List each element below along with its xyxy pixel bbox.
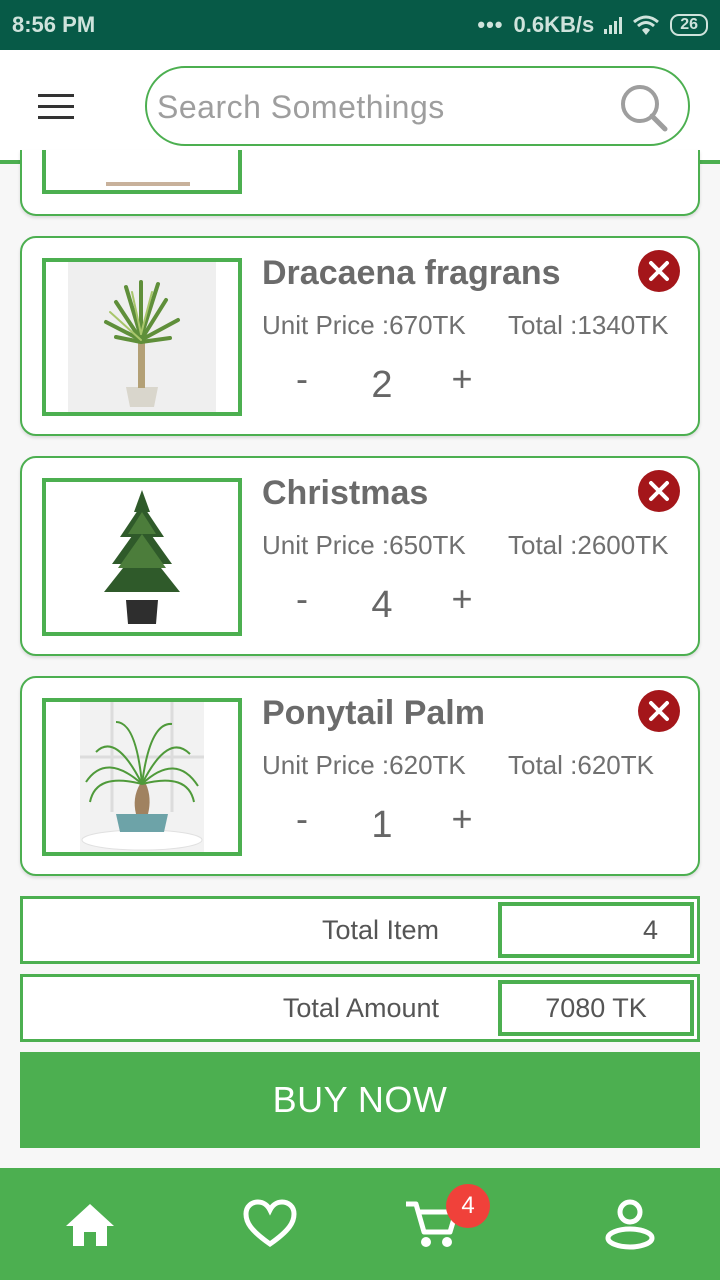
signal-icon (604, 16, 623, 34)
cart-item: Dracaena fragrans Unit Price :670TK Tota… (20, 236, 700, 436)
unit-price: Unit Price :620TK (262, 750, 466, 780)
product-image (42, 478, 242, 636)
bottom-navigation: 4 (0, 1168, 720, 1280)
total-amount-label: Total Amount (282, 992, 439, 1023)
item-total: Total :2600TK (508, 530, 669, 560)
product-image (42, 258, 242, 416)
product-name: Christmas (262, 474, 429, 512)
quantity-value: 4 (371, 584, 393, 626)
remove-item-button[interactable] (638, 690, 680, 732)
decrease-quantity-button[interactable]: - (282, 358, 322, 408)
total-item-label: Total Item (321, 914, 439, 945)
total-item-value: 4 (498, 902, 694, 958)
product-image (42, 150, 242, 194)
decrease-quantity-button[interactable]: - (282, 578, 322, 628)
product-image (42, 698, 242, 856)
status-bar: 8:56 PM ••• 0.6KB/s 26 (0, 0, 720, 50)
total-amount-row: Total Amount 7080 TK (20, 974, 700, 1042)
item-total: Total :620TK (508, 750, 654, 780)
search-input[interactable] (157, 82, 607, 132)
search-bar (145, 66, 690, 146)
close-icon (649, 701, 669, 721)
network-speed: 0.6KB/s (513, 12, 595, 37)
increase-quantity-button[interactable]: + (442, 798, 482, 848)
close-icon (649, 481, 669, 501)
item-total: Total :1340TK (508, 310, 669, 340)
profile-icon[interactable] (600, 1194, 660, 1254)
buy-now-button[interactable]: BUY NOW (20, 1052, 700, 1148)
battery-indicator: 26 (670, 14, 708, 36)
heart-icon[interactable] (240, 1194, 300, 1254)
decrease-quantity-button[interactable]: - (282, 798, 322, 848)
product-name: Dracaena fragrans (262, 254, 561, 292)
quantity-value: 2 (371, 364, 393, 406)
unit-price: Unit Price :670TK (262, 310, 466, 340)
search-icon[interactable] (618, 82, 670, 134)
status-time: 8:56 PM (12, 12, 96, 37)
remove-item-button[interactable] (638, 470, 680, 512)
home-icon[interactable] (60, 1194, 120, 1254)
cart-item-partial (20, 150, 700, 216)
increase-quantity-button[interactable]: + (442, 578, 482, 628)
close-icon (649, 261, 669, 281)
cart-item: Christmas Unit Price :650TK Total :2600T… (20, 456, 700, 656)
total-item-row: Total Item 4 (20, 896, 700, 964)
status-dots: ••• (477, 12, 504, 37)
wifi-icon (633, 15, 660, 35)
cart-count-badge: 4 (446, 1184, 490, 1228)
unit-price: Unit Price :650TK (262, 530, 466, 560)
menu-icon[interactable] (38, 92, 74, 120)
product-name: Ponytail Palm (262, 694, 485, 732)
cart-item: Ponytail Palm Unit Price :620TK Total :6… (20, 676, 700, 876)
total-amount-value: 7080 TK (498, 980, 694, 1036)
increase-quantity-button[interactable]: + (442, 358, 482, 408)
remove-item-button[interactable] (638, 250, 680, 292)
app-bar (0, 50, 720, 164)
quantity-value: 1 (371, 804, 393, 846)
